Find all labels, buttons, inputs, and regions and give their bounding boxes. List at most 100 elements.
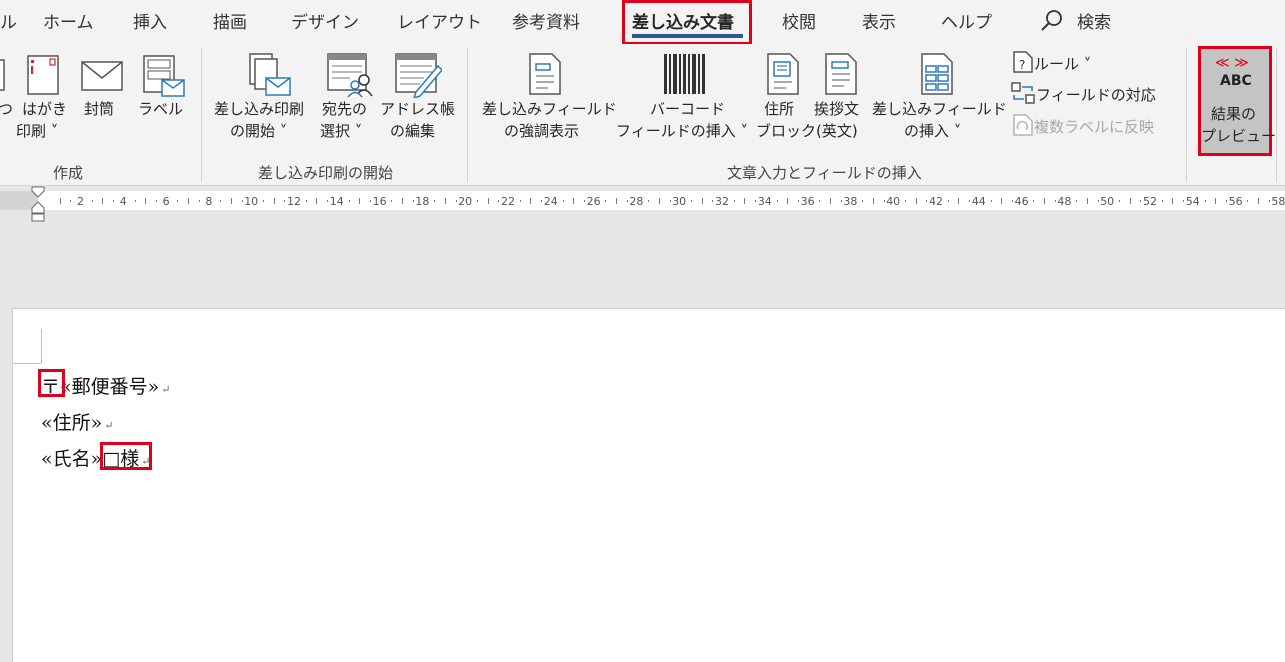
group-separator [467,48,468,182]
insert-barcode-button[interactable]: バーコード フィールドの挿入 ˅ [614,52,754,152]
greeting-line-icon [825,53,857,95]
ruler-tick [1054,200,1056,202]
preview-abc-icon: ABC [1220,73,1252,89]
paragraph-mark: ↵ [104,419,114,432]
ruler-tick [59,198,61,204]
match-fields-label: フィールドの対応 [1036,86,1156,104]
tab-review[interactable]: 校閲 [782,8,816,33]
ruler-tick [658,198,660,204]
document-page[interactable]: 〒«郵便番号» ↵ «住所» ↵ «氏名»□様 ↵ [12,308,1285,662]
ruler-tick [305,200,307,202]
ruler-tick-label: 2 [77,195,84,208]
tab-references[interactable]: 参考資料 [512,8,580,33]
ruler-tick [198,200,200,202]
highlight-fields-label-1: 差し込みフィールド [482,100,617,118]
address-line[interactable]: «住所» ↵ [41,408,113,435]
tab-partial[interactable]: ル [0,8,17,33]
ruler-tick [776,200,778,202]
ruler-tick [327,200,329,202]
partial-doc-icon [0,59,5,91]
edit-recipient-list-button[interactable]: アドレス帳 の編集 [380,52,456,152]
ruler-tick [787,198,789,204]
start-mail-merge-label-1: 差し込み印刷 [214,100,305,118]
ruler-tick-label: 56 [1228,195,1243,208]
rules-button[interactable]: ? ルール ˅ [1012,50,1091,74]
ruler-tick [733,200,735,202]
ruler-tick-label: 32 [715,195,729,208]
ribbon: つ はがき 印刷 ˅ 封筒 ラベル 作成 差し込み印刷 の開始 ˅ 宛先の 選択… [0,44,1285,186]
labels-icon [143,55,185,97]
match-fields-button[interactable]: フィールドの対応 [1010,81,1156,105]
ruler-tick [1076,200,1078,202]
ruler-tick [188,198,189,204]
update-labels-button[interactable]: 複数ラベルに反映 [1012,113,1154,137]
highlight-merge-fields-button[interactable]: 差し込みフィールド の強調表示 [482,52,617,152]
rules-icon: ? [1013,51,1033,73]
ruler-tick [648,200,650,202]
ruler-tick [840,200,842,202]
postcard-print-button[interactable]: はがき 印刷 ˅ [14,52,72,152]
svg-text:?: ? [1019,58,1025,72]
ruler-tick-label: 50 [1100,195,1115,208]
greeting-line-button[interactable]: 挨拶文 (英文) [814,52,870,152]
ruler-tick-label: 42 [929,195,943,208]
start-mail-merge-icon [249,53,291,96]
ruler-tick [102,198,104,204]
margin-corner-mark [13,363,41,364]
edit-recipient-list-label-1: アドレス帳 [380,100,456,118]
ruler-tick [562,200,564,202]
ruler-tick [926,200,928,202]
ruler-tick [391,200,393,202]
ruler-tick-label: 20 [458,195,473,208]
tab-layout[interactable]: レイアウト [397,8,482,33]
address-block-button[interactable]: 住所 ブロック [756,52,816,152]
horizontal-ruler[interactable]: 2 4 6 8 10 12 14 16 18 20 22 24 26 28 30 32 34 36 38 40 42 44… [0,186,1285,222]
ruler-tick [70,200,72,202]
ruler-tick [712,200,714,202]
ruler-tick-label: 10 [244,195,259,208]
preview-label-2: プレビュー [1201,127,1277,145]
ruler-tick [1118,200,1120,202]
update-labels-icon [1013,114,1033,136]
tab-home[interactable]: ホーム [43,8,94,33]
indent-marker-icon[interactable] [31,186,45,222]
ruler-tick [1215,198,1217,204]
barcode-label-2: フィールドの挿入 ˅ [616,122,748,140]
start-mail-merge-button[interactable]: 差し込み印刷 の開始 ˅ [214,52,316,152]
ruler-tick [91,200,93,202]
rules-label: ルール ˅ [1034,55,1092,73]
address-block-label-1: 住所 [764,100,795,118]
ruler-tick-label: 4 [119,195,127,208]
ruler-tick [883,200,885,202]
group-separator [1186,48,1187,182]
tab-draw[interactable]: 描画 [213,8,247,33]
ruler-tick [541,200,543,202]
ruler-tick-label: 6 [162,195,170,208]
ruler-tick [947,200,949,202]
insert-merge-field-button[interactable]: 差し込みフィールド の挿入 ˅ [872,52,1007,152]
highlight-box-mailings-tab [622,0,752,45]
ruler-tick-label: 52 [1143,195,1157,208]
ruler-tick [669,200,671,202]
select-recipients-button[interactable]: 宛先の 選択 ˅ [320,52,378,152]
labels-button[interactable]: ラベル [136,52,186,132]
preview-results-button[interactable]: ≪ ≫ ABC 結果の プレビュー [1198,46,1276,156]
tab-design[interactable]: デザイン [291,8,359,33]
ruler-tick [755,200,757,202]
ruler-tick [177,200,179,202]
ruler-tick-label: 54 [1185,195,1200,208]
ruler-tick [262,200,264,202]
ruler-tick [1247,200,1249,202]
insert-merge-field-label-1: 差し込みフィールド [872,100,1007,118]
ruler-tick [573,198,575,204]
ruler-tick-label: 46 [1014,195,1029,208]
tab-insert[interactable]: 挿入 [133,8,167,33]
tab-help[interactable]: ヘルプ [941,8,992,33]
ruler-tick [1011,200,1013,202]
envelope-button[interactable]: 封筒 [76,52,128,132]
ruler-tick [915,198,917,204]
ruler-tick [113,200,115,202]
tab-view[interactable]: 表示 [862,8,896,33]
greeting-line-label-1: 挨拶文 [814,100,860,118]
ruler-tick-label: 40 [886,195,901,208]
